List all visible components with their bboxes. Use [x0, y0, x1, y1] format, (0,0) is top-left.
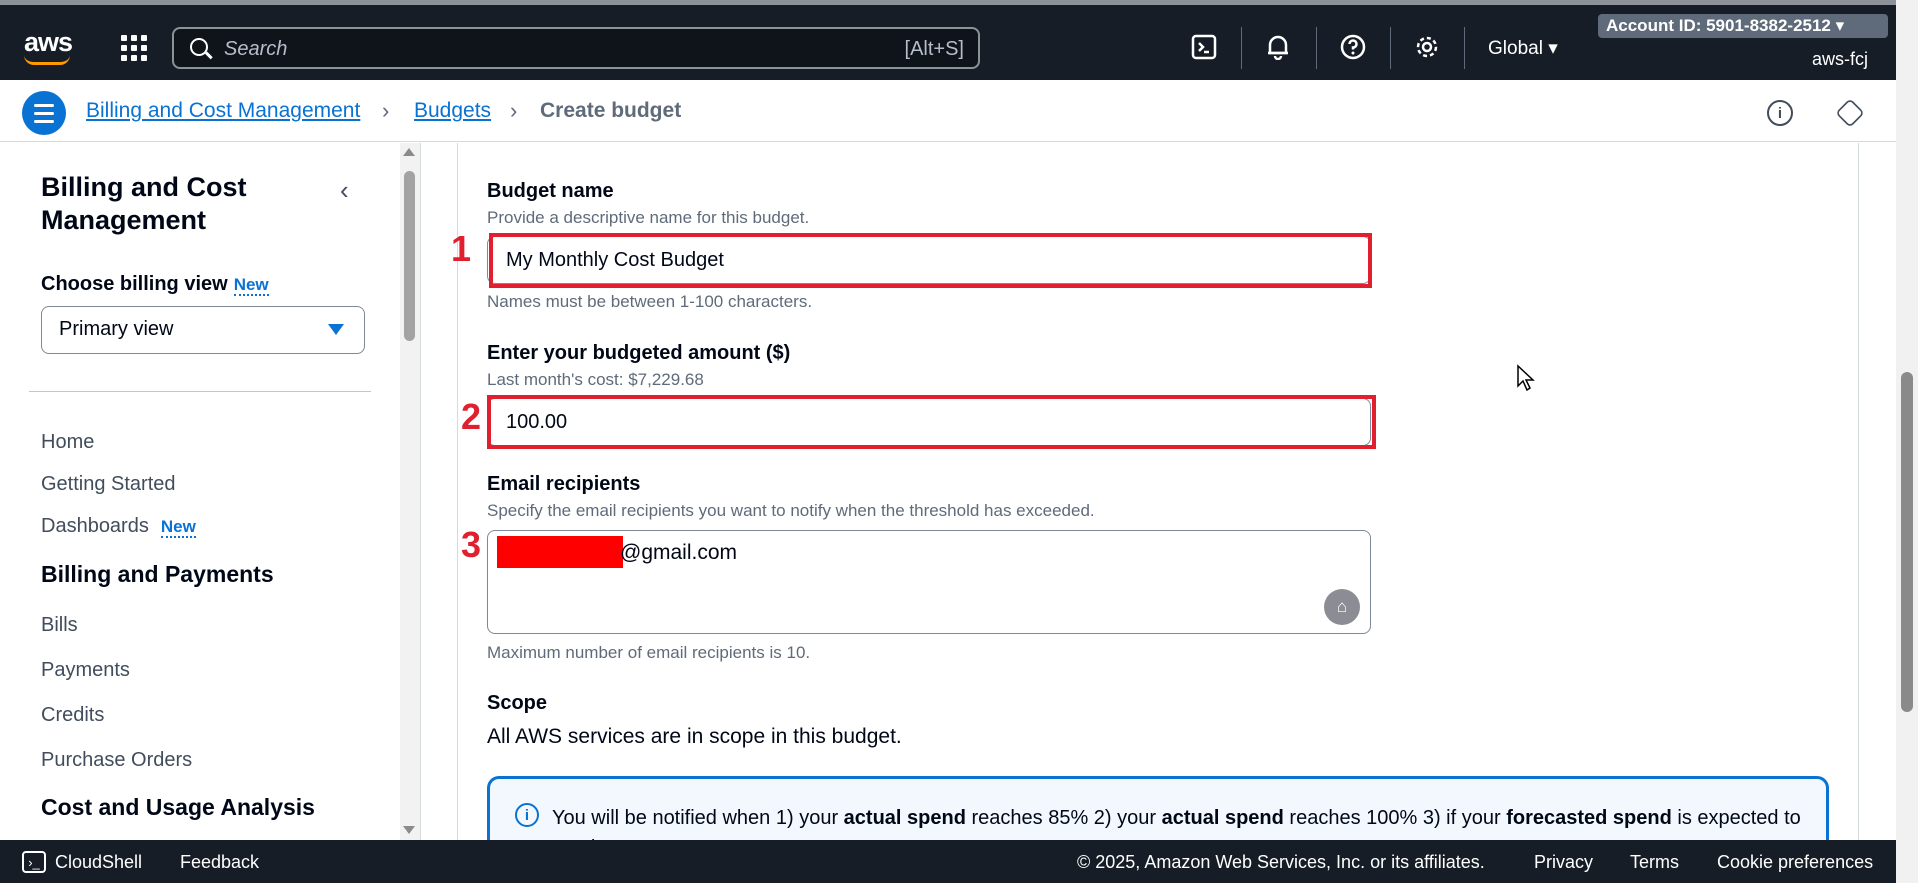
- user-name[interactable]: aws-fcj: [1812, 49, 1868, 70]
- chevron-right-icon: ›: [382, 98, 390, 123]
- region-label: Global: [1488, 38, 1543, 59]
- email-recipients-hint: Maximum number of email recipients is 10…: [487, 643, 811, 662]
- scope-text: All AWS services are in scope in this bu…: [487, 725, 902, 748]
- feedback-link[interactable]: Feedback: [180, 852, 259, 873]
- privacy-link[interactable]: Privacy: [1534, 852, 1593, 873]
- account-menu[interactable]: Account ID: 5901-8382-2512 ▾: [1598, 14, 1888, 38]
- terms-link[interactable]: Terms: [1630, 852, 1679, 873]
- help-icon[interactable]: [1337, 31, 1369, 63]
- billing-view-select[interactable]: Primary view: [41, 306, 365, 354]
- breadcrumb-bar: Billing and Cost Management › Budgets › …: [0, 80, 1896, 142]
- info-text-part: reaches 85% 2) your: [965, 807, 1162, 829]
- separator: [1464, 27, 1465, 69]
- billing-view-value: Primary view: [59, 318, 174, 340]
- search-shortcut: [Alt+S]: [904, 38, 964, 60]
- chevron-right-icon: ›: [510, 98, 518, 123]
- sidebar-item-getting-started[interactable]: Getting Started: [41, 473, 176, 496]
- sidebar-section-billing[interactable]: Billing and Payments: [41, 561, 274, 588]
- gear-icon[interactable]: [1411, 31, 1443, 63]
- scope-label: Scope: [487, 692, 548, 714]
- divider: [420, 143, 421, 840]
- page-scrollbar[interactable]: [1896, 0, 1918, 883]
- budget-name-label: Budget name: [487, 180, 614, 202]
- caret-down-icon: [328, 324, 344, 335]
- scrollbar-thumb[interactable]: [404, 171, 415, 341]
- breadcrumb-billing[interactable]: Billing and Cost Management: [86, 99, 360, 123]
- separator: [1390, 27, 1391, 69]
- info-text-part: reaches 100% 3) if your: [1283, 807, 1507, 829]
- account-id: Account ID: 5901-8382-2512: [1606, 16, 1831, 35]
- info-text-bold: forecasted spend: [1506, 807, 1672, 829]
- search-placeholder: Search: [224, 38, 288, 60]
- last-month-cost: Last month's cost: $7,229.68: [487, 370, 704, 389]
- copyright: © 2025, Amazon Web Services, Inc. or its…: [1077, 852, 1485, 872]
- new-badge[interactable]: New: [160, 517, 196, 538]
- info-text-bold: actual spend: [843, 807, 966, 829]
- caret-down-icon: ▾: [1548, 38, 1558, 59]
- email-value: @gmail.com: [620, 541, 738, 564]
- footer: ›_ CloudShell Feedback © 2025, Amazon We…: [0, 840, 1896, 883]
- sidebar: Billing and Cost Management ‹ Choose bil…: [0, 143, 400, 840]
- annotation-number-2: 2: [461, 396, 482, 437]
- sidebar-item-purchase-orders[interactable]: Purchase Orders: [41, 749, 192, 772]
- scrollbar-thumb[interactable]: [1901, 372, 1913, 712]
- cloudshell-icon[interactable]: [1188, 31, 1220, 63]
- cloudshell-link[interactable]: CloudShell: [55, 852, 142, 873]
- email-recipients-label: Email recipients: [487, 473, 641, 495]
- sidebar-item-dashboards[interactable]: Dashboards New: [41, 515, 196, 538]
- sidebar-title: Billing and Cost Management: [41, 172, 247, 235]
- billing-view-label: Choose billing view New: [41, 273, 269, 296]
- region-selector[interactable]: Global ▾: [1488, 37, 1558, 60]
- annotation-number-1: 1: [451, 228, 472, 269]
- cookie-preferences-link[interactable]: Cookie preferences: [1717, 852, 1873, 873]
- redacted-email-block: [497, 536, 623, 568]
- email-recipients-description: Specify the email recipients you want to…: [487, 501, 1095, 520]
- sidebar-item-home[interactable]: Home: [41, 431, 94, 454]
- sidebar-item-payments[interactable]: Payments: [41, 659, 130, 682]
- divider: [29, 391, 371, 392]
- services-grid-icon[interactable]: [121, 35, 147, 61]
- breadcrumb-budgets[interactable]: Budgets: [414, 99, 491, 123]
- sidebar-scrollbar[interactable]: [400, 143, 420, 840]
- assistant-icon[interactable]: ⌂: [1324, 589, 1360, 625]
- search-input[interactable]: Search [Alt+S]: [172, 27, 980, 69]
- info-alert: i You will be notified when 1) your actu…: [487, 776, 1829, 846]
- annotation-box-1: [489, 233, 1372, 288]
- budget-name-description: Provide a descriptive name for this budg…: [487, 208, 810, 227]
- scroll-down-icon[interactable]: [403, 826, 415, 834]
- collapse-icon[interactable]: ‹: [340, 175, 349, 206]
- info-icon: i: [515, 803, 539, 827]
- mouse-cursor-icon: [1517, 364, 1535, 392]
- menu-button[interactable]: [22, 91, 66, 135]
- new-badge[interactable]: New: [233, 275, 269, 296]
- sidebar-item-dashboards-label: Dashboards: [41, 515, 149, 537]
- budget-amount-label: Enter your budgeted amount ($): [487, 342, 791, 364]
- cloudshell-icon[interactable]: ›_: [22, 851, 46, 873]
- breadcrumb-current: Create budget: [540, 99, 682, 122]
- billing-view-label-text: Choose billing view: [41, 273, 228, 295]
- separator: [1316, 27, 1317, 69]
- aws-logo[interactable]: aws: [24, 27, 73, 58]
- budget-name-hint: Names must be between 1-100 characters.: [487, 292, 813, 311]
- search-icon: [190, 38, 208, 56]
- settings-hex-icon[interactable]: [1835, 98, 1865, 128]
- bell-icon[interactable]: [1262, 31, 1294, 63]
- email-recipients-textarea[interactable]: @gmail.com ⌂: [487, 530, 1371, 634]
- info-text-bold: actual spend: [1161, 807, 1284, 829]
- top-navigation-bar: aws Search [Alt+S] Global ▾ Account ID: …: [0, 0, 1896, 80]
- aws-logo-smile: [24, 55, 70, 65]
- annotation-number-3: 3: [461, 524, 482, 565]
- separator: [1241, 27, 1242, 69]
- scroll-up-icon[interactable]: [403, 148, 415, 156]
- sidebar-section-cost-usage[interactable]: Cost and Usage Analysis: [41, 794, 315, 821]
- info-text-part: You will be notified when 1) your: [552, 807, 844, 829]
- sidebar-item-bills[interactable]: Bills: [41, 614, 78, 637]
- annotation-box-2: [487, 395, 1376, 449]
- info-icon[interactable]: i: [1767, 100, 1793, 126]
- sidebar-item-credits[interactable]: Credits: [41, 704, 104, 727]
- caret-down-icon: ▾: [1835, 16, 1845, 35]
